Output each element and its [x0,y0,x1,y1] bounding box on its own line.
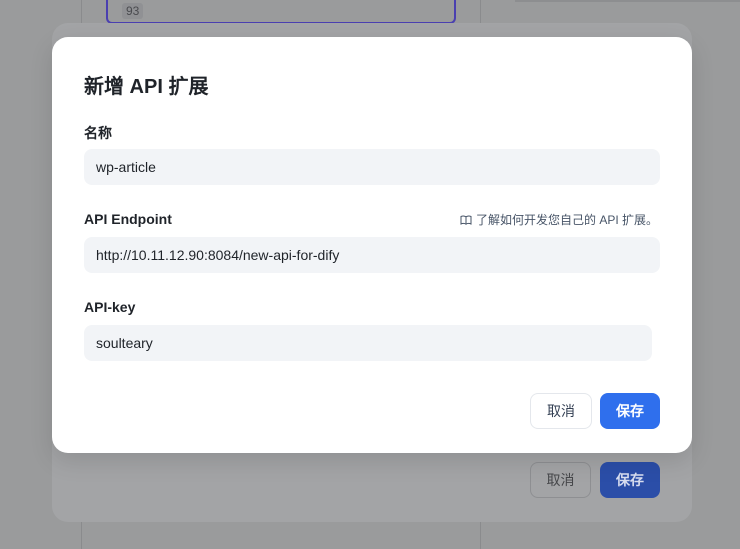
name-label: 名称 [84,125,112,141]
background-save-button: 保存 [600,462,660,498]
add-api-extension-dialog: 新增 API 扩展 名称 API Endpoint 了解如何开发您自己的 API… [52,37,692,453]
endpoint-input[interactable] [84,237,660,273]
background-count-badge: 93 [122,3,144,19]
api-docs-link-text: 了解如何开发您自己的 API 扩展。 [475,213,658,227]
background-top-strip [515,0,740,2]
background-selected-card [106,0,456,24]
save-button[interactable]: 保存 [600,393,660,429]
book-icon [460,214,472,226]
background-cancel-button: 取消 [530,462,591,498]
api-docs-link[interactable]: 了解如何开发您自己的 API 扩展。 [460,211,658,228]
dialog-title: 新增 API 扩展 [84,76,209,98]
name-input[interactable] [84,149,660,185]
api-key-input[interactable] [84,325,652,361]
cancel-button[interactable]: 取消 [530,393,592,429]
endpoint-label: API Endpoint [84,211,172,227]
api-key-label: API-key [84,299,136,315]
